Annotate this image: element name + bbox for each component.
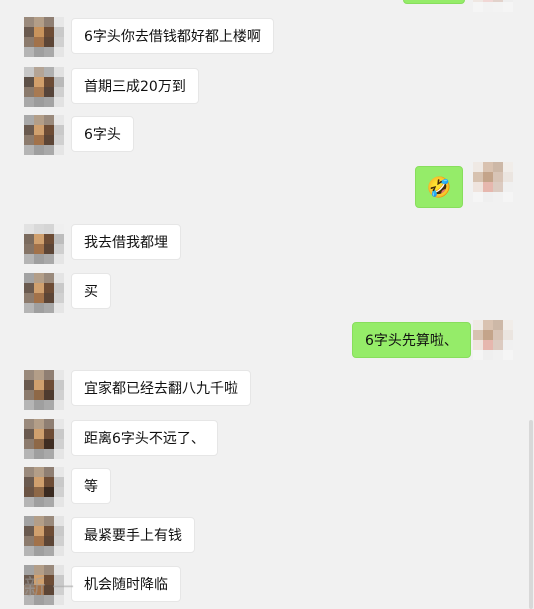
avatar-contact[interactable] bbox=[24, 516, 64, 556]
avatar-contact[interactable] bbox=[24, 370, 64, 410]
message-bubble[interactable]: 我去借我都埋 bbox=[71, 224, 181, 260]
message-bubble-emoji[interactable]: 🤣 bbox=[415, 166, 463, 208]
message-bubble[interactable]: 6字头先算啦、 bbox=[352, 322, 471, 358]
message-bubble-cropped bbox=[403, 0, 465, 4]
avatar-self[interactable] bbox=[473, 320, 513, 360]
scrollbar[interactable] bbox=[528, 0, 534, 609]
avatar-self[interactable] bbox=[473, 162, 513, 202]
avatar-self-cropped[interactable] bbox=[473, 0, 513, 12]
message-bubble[interactable]: 距离6字头不远了、 bbox=[71, 420, 218, 456]
message-bubble[interactable]: 机会随时降临 bbox=[71, 566, 181, 602]
avatar-contact[interactable] bbox=[24, 273, 64, 313]
message-bubble[interactable]: 买 bbox=[71, 273, 111, 309]
scrollbar-thumb[interactable] bbox=[529, 420, 533, 609]
chat-message-area[interactable]: 6字头你去借钱都好都上楼啊 首期三成20万到 6字头 🤣 我去借我都埋 买 6字… bbox=[0, 0, 534, 609]
laughing-crying-emoji-icon: 🤣 bbox=[426, 175, 452, 199]
avatar-contact[interactable] bbox=[24, 419, 64, 459]
message-bubble[interactable]: 首期三成20万到 bbox=[71, 68, 199, 104]
avatar-contact[interactable] bbox=[24, 224, 64, 264]
avatar-contact[interactable] bbox=[24, 17, 64, 57]
avatar-contact[interactable] bbox=[24, 67, 64, 107]
avatar-contact[interactable] bbox=[24, 467, 64, 507]
message-bubble[interactable]: 宜家都已经去翻八九千啦 bbox=[71, 370, 251, 406]
watermark-text: 新一 bbox=[24, 576, 81, 601]
message-bubble[interactable]: 6字头你去借钱都好都上楼啊 bbox=[71, 18, 274, 54]
avatar-contact[interactable] bbox=[24, 115, 64, 155]
message-bubble[interactable]: 等 bbox=[71, 468, 111, 504]
message-bubble[interactable]: 6字头 bbox=[71, 116, 134, 152]
message-bubble[interactable]: 最紧要手上有钱 bbox=[71, 517, 195, 553]
